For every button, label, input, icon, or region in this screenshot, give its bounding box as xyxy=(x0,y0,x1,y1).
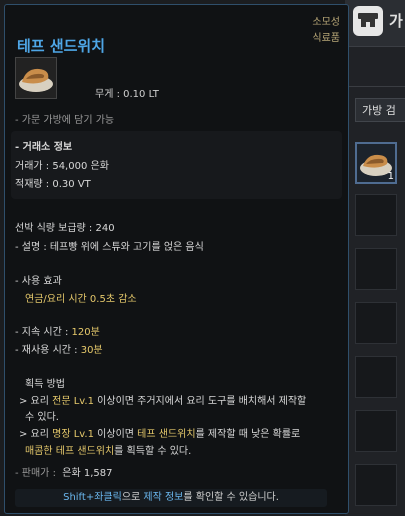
market-weight: 적재량 : 0.30 VT xyxy=(15,179,91,190)
item-description: - 설명 : 테프빵 위에 스튜와 고기를 얹은 음식 xyxy=(15,242,204,253)
market-header: - 거래소 정보 xyxy=(15,142,73,153)
sell-price-value: 은화 1,587 xyxy=(62,468,113,479)
inventory-header: 가 xyxy=(345,0,405,47)
bag-search-tab[interactable]: 가방 검 xyxy=(355,98,405,122)
hint-text: 으로 xyxy=(121,492,144,503)
item-weight: 무게 : 0.10 LT xyxy=(95,89,159,100)
duration-label: - 지속 시간 : xyxy=(15,327,72,338)
obtain-method-1-line2: 수 있다. xyxy=(25,412,59,423)
item-tooltip: 소모성 식료품 테프 샌드위치 무게 : 0.10 LT - 가문 가방에 담기… xyxy=(4,4,349,514)
obtain-text: 이상이면 xyxy=(93,429,138,440)
inventory-window: 가 가방 검 1 xyxy=(345,0,405,516)
obtain-text: 이상이면 주거지에서 요리 도구를 배치해서 제작할 xyxy=(93,396,307,407)
effect-header: - 사용 효과 xyxy=(15,276,62,287)
inventory-slot[interactable] xyxy=(355,248,397,290)
obtain-text: > 요리 xyxy=(19,429,53,440)
inventory-slot-sandwich[interactable]: 1 xyxy=(355,142,397,184)
cooldown-label: - 재사용 시간 : xyxy=(15,345,81,356)
item-category: 소모성 xyxy=(312,17,340,28)
obtain-text: 를 제작할 때 낮은 확률로 xyxy=(195,429,301,440)
hint-text: 를 확인할 수 있습니다. xyxy=(183,492,279,503)
sell-price: - 판매가 : 은화 1,587 xyxy=(15,464,113,479)
divider xyxy=(345,86,405,87)
obtain-highlight: 명장 Lv.1 xyxy=(52,429,94,440)
obtain-text: 를 획득할 수 있다. xyxy=(114,446,192,457)
obtain-method-1: > 요리 전문 Lv.1 이상이면 주거지에서 요리 도구를 배치해서 제작할 xyxy=(19,392,306,407)
inventory-slot[interactable] xyxy=(355,302,397,344)
game-menu-icon[interactable] xyxy=(353,6,383,36)
hint-key: 제작 정보 xyxy=(143,492,184,503)
hint-key: Shift+좌클릭 xyxy=(63,492,122,503)
item-subcategory: 식료품 xyxy=(312,33,340,44)
cooldown-value: 30분 xyxy=(80,345,103,356)
inventory-slot[interactable] xyxy=(355,410,397,452)
obtain-highlight: 테프 샌드위치 xyxy=(137,429,196,440)
inventory-title: 가 xyxy=(389,12,403,30)
obtain-highlight: 매콤한 테프 샌드위치 xyxy=(25,446,115,457)
duration: - 지속 시간 : 120분 xyxy=(15,323,100,338)
inventory-slot[interactable] xyxy=(355,356,397,398)
inventory-slot[interactable] xyxy=(355,464,397,506)
inventory-slot[interactable] xyxy=(355,194,397,236)
obtain-highlight: 전문 Lv.1 xyxy=(52,396,94,407)
bag-note: - 가문 가방에 담기 가능 xyxy=(15,115,115,126)
obtain-method-2-line2: 매콤한 테프 샌드위치를 획득할 수 있다. xyxy=(25,442,191,457)
item-title: 테프 샌드위치 xyxy=(17,37,106,55)
effect-value: 연금/요리 시간 0.5초 감소 xyxy=(25,294,137,305)
obtain-text: > 요리 xyxy=(19,396,53,407)
duration-value: 120분 xyxy=(71,327,100,338)
obtain-method-2: > 요리 명장 Lv.1 이상이면 테프 샌드위치를 제작할 때 낮은 확률로 xyxy=(19,425,300,440)
market-price: 거래가 : 54,000 은화 xyxy=(15,161,109,172)
obtain-header: 획득 방법 xyxy=(25,379,65,390)
craft-info-hint: Shift+좌클릭으로 제작 정보를 확인할 수 있습니다. xyxy=(15,489,327,507)
sell-price-label: - 판매가 : xyxy=(15,468,56,479)
sandwich-icon xyxy=(19,68,53,92)
ship-food-supply: 선박 식량 보급량 : 240 xyxy=(15,223,115,234)
item-icon xyxy=(15,57,57,99)
slot-count: 1 xyxy=(387,171,394,182)
cooldown: - 재사용 시간 : 30분 xyxy=(15,341,103,356)
